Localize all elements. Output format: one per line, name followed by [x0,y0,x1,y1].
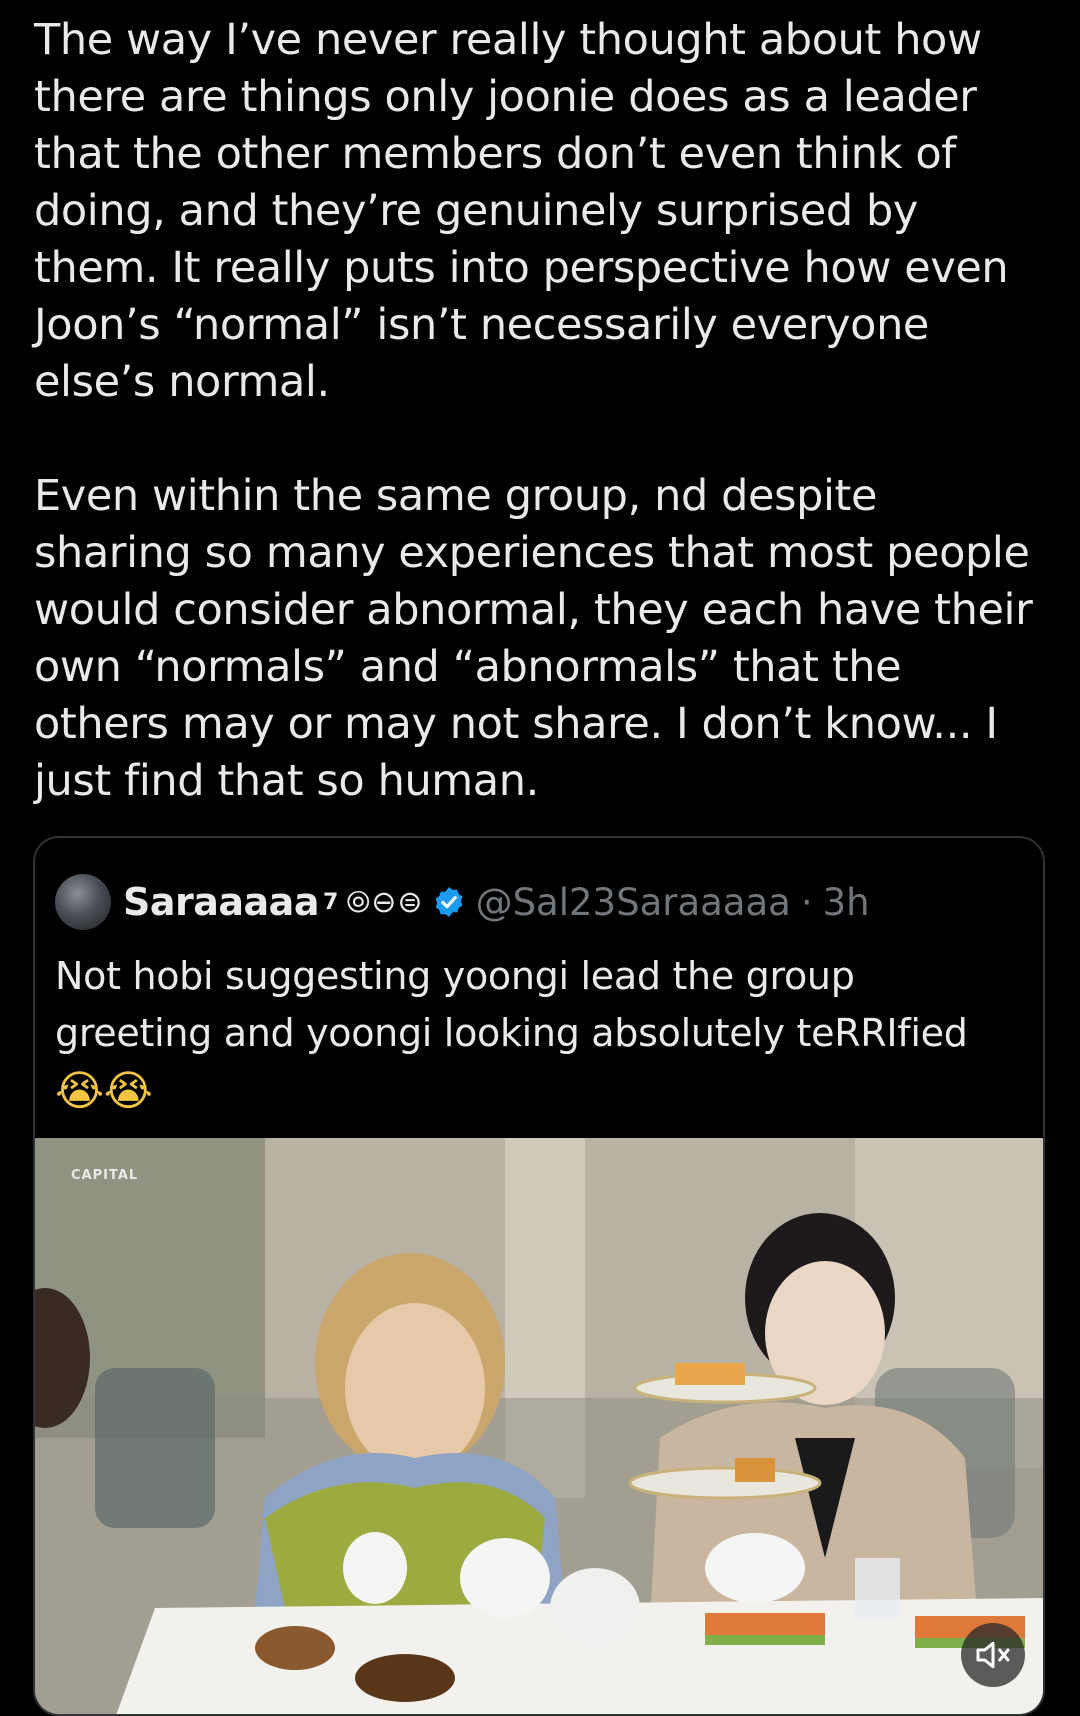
verified-badge-icon [435,887,462,917]
timestamp[interactable]: 3h [823,881,870,924]
quoted-tweet-card[interactable]: Saraaaaa 7 ⦾⊖⊜ @Sal23Saraaaaa · 3h Not h… [33,836,1045,1716]
crying-emojis: 😭😭 [55,1066,153,1115]
quoted-tweet-header: Saraaaaa 7 ⦾⊖⊜ @Sal23Saraaaaa · 3h [55,872,870,932]
display-name-emojis: ⦾⊖⊜ [346,884,424,920]
tweet-paragraph-1: The way I’ve never really thought about … [34,15,1009,407]
video-media[interactable]: CAPITAL [35,1138,1043,1714]
separator-dot: · [800,880,813,924]
capital-watermark: CAPITAL [71,1168,139,1183]
display-name-superscript: 7 [322,889,339,915]
speaker-muted-icon [976,1641,1010,1669]
handle[interactable]: @Sal23Saraaaaa [476,881,791,924]
tweet-paragraph-2: Even within the same group, nd despite s… [34,471,1033,806]
display-name[interactable]: Saraaaaa [123,880,319,924]
quoted-tweet-body: Not hobi suggesting yoongi lead the grou… [55,954,968,1055]
mute-toggle-button[interactable] [961,1623,1025,1687]
quoted-tweet-text: Not hobi suggesting yoongi lead the grou… [55,948,1015,1119]
video-frame [35,1138,1043,1714]
tweet-body: The way I’ve never really thought about … [34,12,1064,810]
avatar[interactable] [55,874,111,930]
